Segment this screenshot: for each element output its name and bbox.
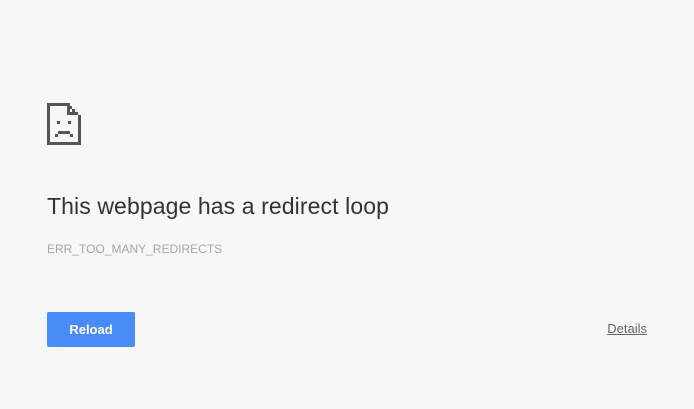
error-code: ERR_TOO_MANY_REDIRECTS — [47, 242, 223, 256]
details-link[interactable]: Details — [607, 321, 647, 336]
sad-page-icon — [47, 103, 81, 145]
reload-button[interactable]: Reload — [47, 312, 135, 347]
error-title: This webpage has a redirect loop — [47, 193, 390, 219]
error-page: This webpage has a redirect loop ERR_TOO… — [0, 0, 694, 409]
